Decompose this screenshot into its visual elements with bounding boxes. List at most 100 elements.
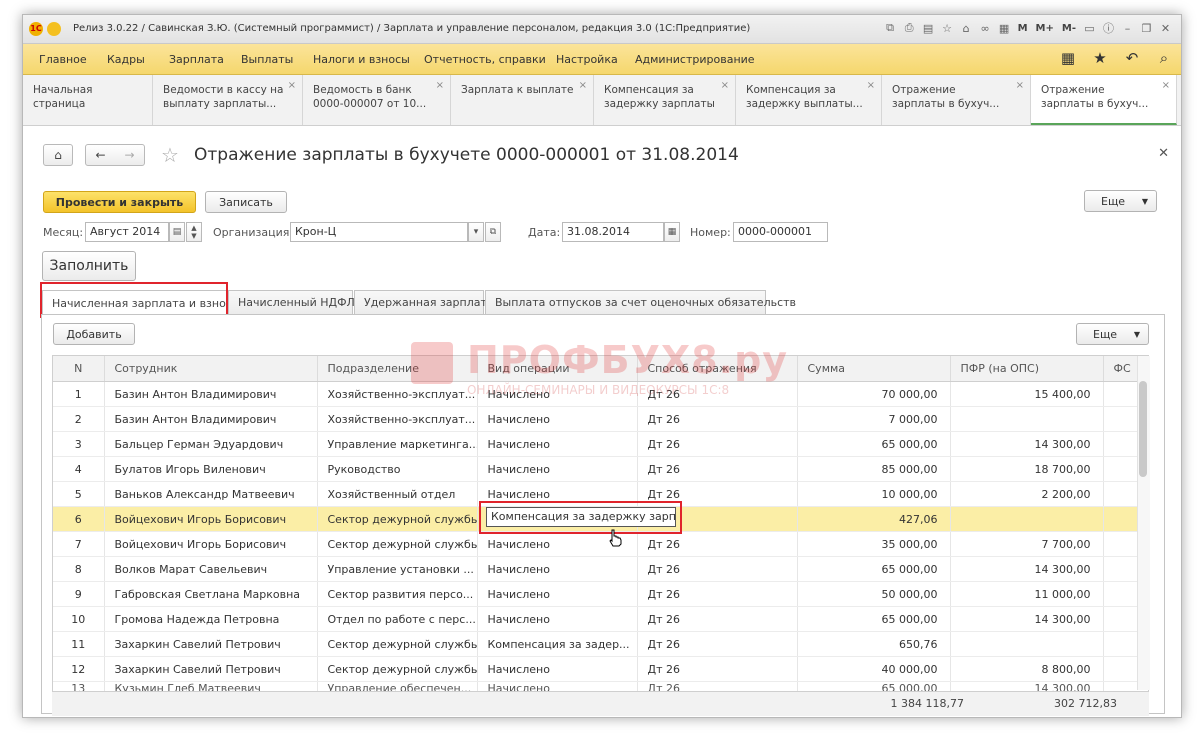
table-cell[interactable]: Булатов Игорь Виленович bbox=[104, 456, 318, 482]
menu-item-admin[interactable]: Администрирование bbox=[635, 53, 755, 66]
table-cell[interactable]: Управление установки ... bbox=[317, 556, 478, 582]
column-header[interactable]: Вид операции bbox=[477, 356, 638, 382]
table-cell[interactable]: Дт 26 bbox=[637, 531, 798, 557]
table-cell[interactable]: 12 bbox=[53, 656, 105, 682]
column-header[interactable]: N bbox=[53, 356, 105, 382]
column-header[interactable]: Способ отражения bbox=[637, 356, 798, 382]
star-icon[interactable]: ☆ bbox=[940, 20, 955, 36]
salary-table[interactable]: N Сотрудник Подразделение Вид операции С… bbox=[52, 355, 1149, 715]
table-cell[interactable]: Ваньков Александр Матвеевич bbox=[104, 481, 318, 507]
table-cell[interactable]: Волков Марат Савельевич bbox=[104, 556, 318, 582]
table-cell[interactable]: Дт 26 bbox=[637, 631, 798, 657]
table-row[interactable]: 10 Громова Надежда Петровна Отдел по работ… bbox=[53, 606, 1148, 632]
main-menu-icon[interactable] bbox=[47, 22, 61, 36]
menu-item-salary[interactable]: Зарплата bbox=[169, 53, 224, 66]
table-row[interactable]: 1 Базин Антон Владимирович Хозяйственно-эк… bbox=[53, 381, 1148, 407]
close-window-icon[interactable]: ✕ bbox=[1158, 20, 1173, 36]
column-header[interactable]: Сотрудник bbox=[104, 356, 318, 382]
table-cell[interactable]: Отдел по работе с перс... bbox=[317, 606, 478, 632]
dropdown-arrow-icon[interactable]: ▾ bbox=[468, 222, 484, 242]
table-cell[interactable]: 40 000,00 bbox=[797, 656, 951, 682]
table-cell[interactable]: Базин Антон Владимирович bbox=[104, 406, 318, 432]
table-cell[interactable]: Начислено bbox=[477, 656, 638, 682]
home-icon[interactable]: ⌂ bbox=[959, 20, 974, 36]
table-cell[interactable]: 70 000,00 bbox=[797, 381, 951, 407]
table-cell[interactable]: 650,76 bbox=[797, 631, 951, 657]
fill-button[interactable]: Заполнить bbox=[42, 251, 136, 281]
column-header[interactable]: ПФР (на ОПС) bbox=[950, 356, 1104, 382]
table-cell[interactable]: 11 000,00 bbox=[950, 581, 1104, 607]
organization-field[interactable]: Крон-Ц bbox=[290, 222, 468, 242]
table-row[interactable]: 7 Войцехович Игорь Борисович Сектор дежурн… bbox=[53, 531, 1148, 557]
table-cell[interactable]: Бальцер Герман Эдуардович bbox=[104, 431, 318, 457]
print-icon[interactable]: ⎙ bbox=[902, 20, 917, 36]
table-cell[interactable]: 7 000,00 bbox=[797, 406, 951, 432]
table-row[interactable]: 4 Булатов Игорь Виленович Руководство Начис… bbox=[53, 456, 1148, 482]
table-cell[interactable]: 5 bbox=[53, 481, 105, 507]
date-field[interactable]: 31.08.2014 bbox=[562, 222, 664, 242]
open-link-icon[interactable]: ⧉ bbox=[485, 222, 501, 242]
table-cell[interactable]: Дт 26 bbox=[637, 556, 798, 582]
menu-item-hr[interactable]: Кадры bbox=[107, 53, 145, 66]
table-cell[interactable]: 65 000,00 bbox=[797, 606, 951, 632]
table-row[interactable]: 12 Захаркин Савелий Петрович Сектор дежурн… bbox=[53, 656, 1148, 682]
tab-bank-statement[interactable]: Ведомость в банк 0000-000007 от 10... × bbox=[303, 75, 451, 125]
table-cell[interactable]: Громова Надежда Петровна bbox=[104, 606, 318, 632]
copy-icon[interactable]: ⧉ bbox=[883, 20, 898, 36]
table-cell[interactable]: 6 bbox=[53, 506, 105, 532]
table-cell[interactable]: Дт 26 bbox=[637, 381, 798, 407]
table-cell[interactable]: 10 000,00 bbox=[797, 481, 951, 507]
close-tab-icon[interactable]: × bbox=[579, 79, 587, 93]
tab-salary-accounting-1[interactable]: Отражение зарплаты в бухуч... × bbox=[882, 75, 1031, 125]
table-cell[interactable]: 8 bbox=[53, 556, 105, 582]
table-cell[interactable]: Начислено bbox=[477, 581, 638, 607]
table-cell[interactable]: Дт 26 bbox=[637, 481, 798, 507]
grid-icon[interactable]: ▦ bbox=[1059, 49, 1077, 67]
table-row[interactable]: 5 Ваньков Александр Матвеевич Хозяйственны… bbox=[53, 481, 1148, 507]
history-nav[interactable]: ← → bbox=[85, 144, 145, 166]
tab-compensation-delay[interactable]: Компенсация за задержку зарплаты × bbox=[594, 75, 736, 125]
table-cell[interactable]: 18 700,00 bbox=[950, 456, 1104, 482]
table-cell[interactable]: 11 bbox=[53, 631, 105, 657]
close-tab-icon[interactable]: × bbox=[288, 79, 296, 93]
table-cell[interactable]: 9 bbox=[53, 581, 105, 607]
star-icon[interactable]: ★ bbox=[1091, 49, 1109, 67]
table-cell[interactable]: Сектор дежурной службы bbox=[317, 656, 478, 682]
table-cell[interactable]: 10 bbox=[53, 606, 105, 632]
table-cell[interactable]: 35 000,00 bbox=[797, 531, 951, 557]
table-row[interactable]: 8 Волков Марат Савельевич Управление устан… bbox=[53, 556, 1148, 582]
column-header[interactable]: Подразделение bbox=[317, 356, 478, 382]
table-cell[interactable]: 15 400,00 bbox=[950, 381, 1104, 407]
calendar-icon[interactable]: ▤ bbox=[169, 222, 185, 242]
operation-type-editor[interactable]: Компенсация за задержку зарплаты bbox=[486, 507, 676, 527]
table-cell[interactable]: 2 200,00 bbox=[950, 481, 1104, 507]
table-cell[interactable]: Дт 26 bbox=[637, 606, 798, 632]
table-cell[interactable]: Дт 26 bbox=[637, 406, 798, 432]
table-cell[interactable]: Войцехович Игорь Борисович bbox=[104, 531, 318, 557]
table-cell[interactable]: 7 700,00 bbox=[950, 531, 1104, 557]
table-cell[interactable]: Базин Антон Владимирович bbox=[104, 381, 318, 407]
table-cell[interactable]: Управление маркетинга... bbox=[317, 431, 478, 457]
table-cell[interactable]: Дт 26 bbox=[637, 431, 798, 457]
table-cell[interactable]: Дт 26 bbox=[637, 581, 798, 607]
table-cell[interactable]: 4 bbox=[53, 456, 105, 482]
tab-compensation-payment-delay[interactable]: Компенсация за задержку выплаты... × bbox=[736, 75, 882, 125]
table-cell[interactable]: Начислено bbox=[477, 481, 638, 507]
history-icon[interactable]: ↶ bbox=[1123, 49, 1141, 67]
close-tab-icon[interactable]: × bbox=[1016, 79, 1024, 93]
tab-cash-statements[interactable]: Ведомости в кассу на выплату зарплаты...… bbox=[153, 75, 303, 125]
table-cell[interactable] bbox=[950, 506, 1104, 532]
table-cell[interactable]: Начислено bbox=[477, 456, 638, 482]
table-cell[interactable]: Сектор дежурной службы bbox=[317, 531, 478, 557]
tab-salary-to-pay[interactable]: Зарплата к выплате × bbox=[451, 75, 594, 125]
calendar-icon[interactable]: ▦ bbox=[664, 222, 680, 242]
memory-button[interactable]: M bbox=[1016, 20, 1030, 36]
table-cell[interactable]: Начислено bbox=[477, 556, 638, 582]
table-cell[interactable]: Сектор дежурной службы bbox=[317, 631, 478, 657]
table-cell[interactable]: Дт 26 bbox=[637, 456, 798, 482]
menu-item-settings[interactable]: Настройка bbox=[556, 53, 618, 66]
table-cell[interactable]: Хозяйственно-эксплуат... bbox=[317, 406, 478, 432]
table-row[interactable]: 2 Базин Антон Владимирович Хозяйственно-эк… bbox=[53, 406, 1148, 432]
table-row[interactable]: 3 Бальцер Герман Эдуардович Управление мар… bbox=[53, 431, 1148, 457]
minimize-icon[interactable]: – bbox=[1120, 20, 1135, 36]
